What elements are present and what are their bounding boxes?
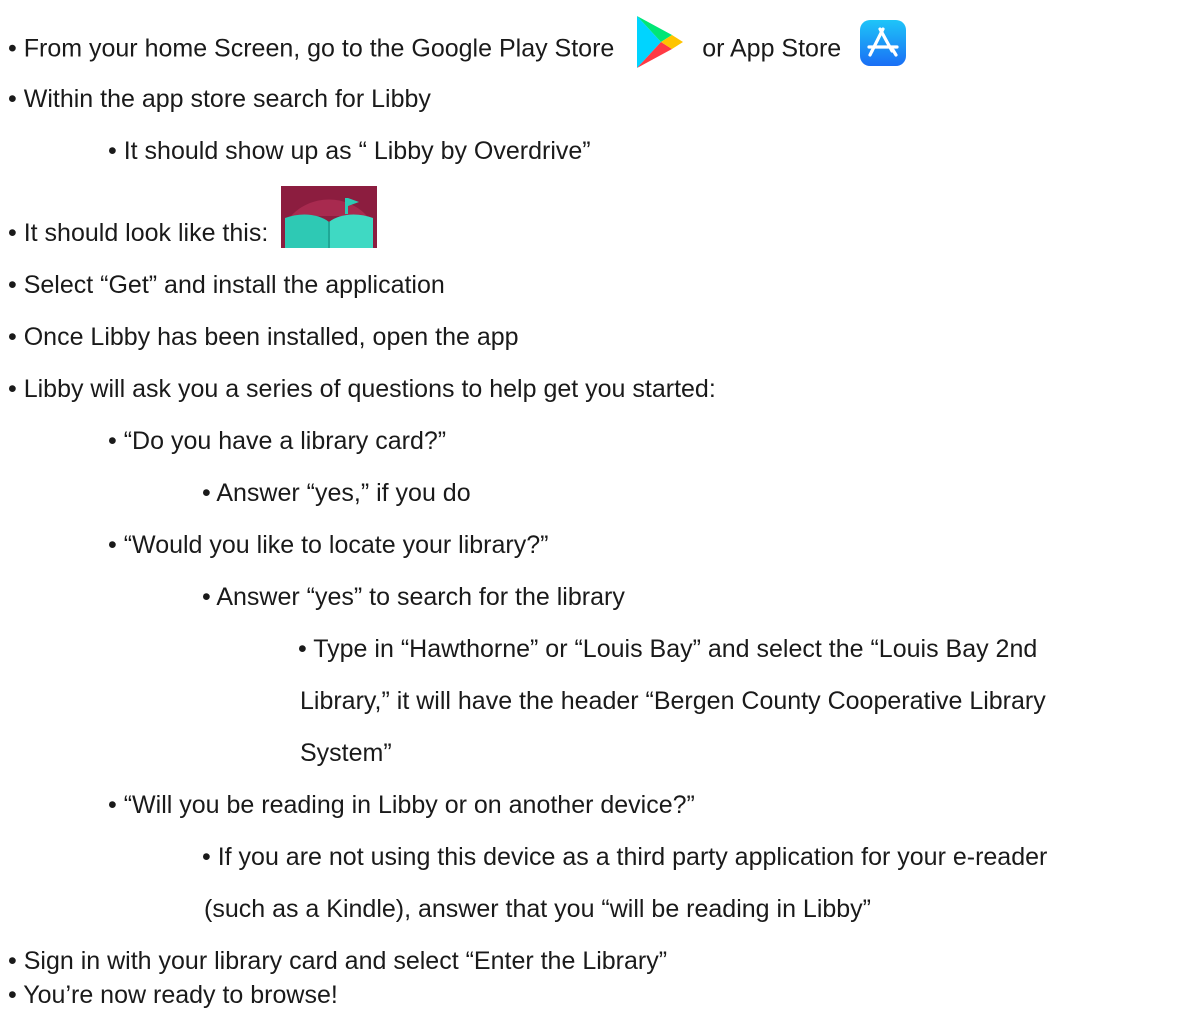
bullet: •: [8, 981, 17, 1009]
instruction-text: System”: [300, 739, 392, 767]
bullet: •: [8, 219, 17, 247]
instruction-text: It should show up as “ Libby by Overdriv…: [123, 137, 591, 165]
app-store-icon: [860, 20, 907, 66]
instruction-type-library: • Type in “Hawthorne” or “Louis Bay” and…: [298, 634, 1037, 664]
instruction-type-library-cont: Library,” it will have the header “Berge…: [300, 686, 1046, 716]
instruction-type-library-end: System”: [300, 738, 392, 768]
question-reading-device: • “Will you be reading in Libby or on an…: [108, 790, 695, 820]
bullet: •: [108, 531, 117, 559]
bullet: •: [202, 843, 211, 871]
google-play-icon: [631, 14, 687, 70]
bullet: •: [8, 271, 17, 299]
answer-reading-device: • If you are not using this device as a …: [202, 842, 1047, 872]
instruction-text: It should look like this:: [23, 219, 269, 247]
instruction-text: Answer “yes,” if you do: [216, 479, 471, 507]
bullet: •: [108, 791, 117, 819]
answer-reading-device-cont: (such as a Kindle), answer that you “wil…: [204, 894, 871, 924]
bullet: •: [202, 583, 211, 611]
instruction-text: Within the app store search for Libby: [23, 85, 431, 113]
instruction-ready: • You’re now ready to browse!: [8, 981, 338, 1009]
instruction-text: You’re now ready to browse!: [23, 981, 338, 1009]
instruction-questions: • Libby will ask you a series of questio…: [8, 374, 716, 404]
instruction-text: “Will you be reading in Libby or on anot…: [123, 791, 695, 819]
answer-library-card: • Answer “yes,” if you do: [202, 478, 471, 508]
bullet: •: [8, 34, 17, 63]
instruction-show-up: • It should show up as “ Libby by Overdr…: [108, 136, 591, 166]
instruction-text: or App Store: [702, 34, 842, 63]
bullet: •: [202, 479, 211, 507]
instruction-text: Once Libby has been installed, open the …: [23, 323, 519, 351]
instruction-get: • Select “Get” and install the applicati…: [8, 270, 445, 300]
bullet: •: [108, 137, 117, 165]
instruction-text: Select “Get” and install the application: [23, 271, 445, 299]
question-library-card: • “Do you have a library card?”: [108, 426, 446, 456]
instruction-text: If you are not using this device as a th…: [217, 843, 1048, 871]
bullet: •: [8, 323, 17, 351]
instruction-open-store: • From your home Screen, go to the Googl…: [8, 16, 907, 70]
instruction-search: • Within the app store search for Libby: [8, 84, 431, 114]
instruction-text: Libby will ask you a series of questions…: [23, 375, 716, 403]
instruction-text: “Do you have a library card?”: [123, 427, 447, 455]
bullet: •: [8, 85, 17, 113]
question-locate-library: • “Would you like to locate your library…: [108, 530, 548, 560]
instruction-look-like: • It should look like this:: [8, 186, 378, 249]
instruction-text: From your home Screen, go to the Google …: [23, 34, 615, 63]
bullet: •: [8, 947, 17, 975]
instruction-text: Library,” it will have the header “Berge…: [300, 687, 1046, 715]
instruction-text: “Would you like to locate your library?”: [123, 531, 549, 559]
bullet: •: [108, 427, 117, 455]
instruction-text: Answer “yes” to search for the library: [216, 583, 625, 611]
answer-locate-library: • Answer “yes” to search for the library: [202, 582, 625, 612]
bullet: •: [8, 375, 17, 403]
instruction-sign-in: • Sign in with your library card and sel…: [8, 946, 667, 976]
bullet: •: [298, 635, 307, 663]
instruction-text: Sign in with your library card and selec…: [23, 947, 668, 975]
libby-app-icon: [281, 186, 378, 249]
instruction-text: Type in “Hawthorne” or “Louis Bay” and s…: [313, 635, 1038, 663]
instruction-open-app: • Once Libby has been installed, open th…: [8, 322, 519, 352]
instruction-text: (such as a Kindle), answer that you “wil…: [204, 895, 872, 923]
